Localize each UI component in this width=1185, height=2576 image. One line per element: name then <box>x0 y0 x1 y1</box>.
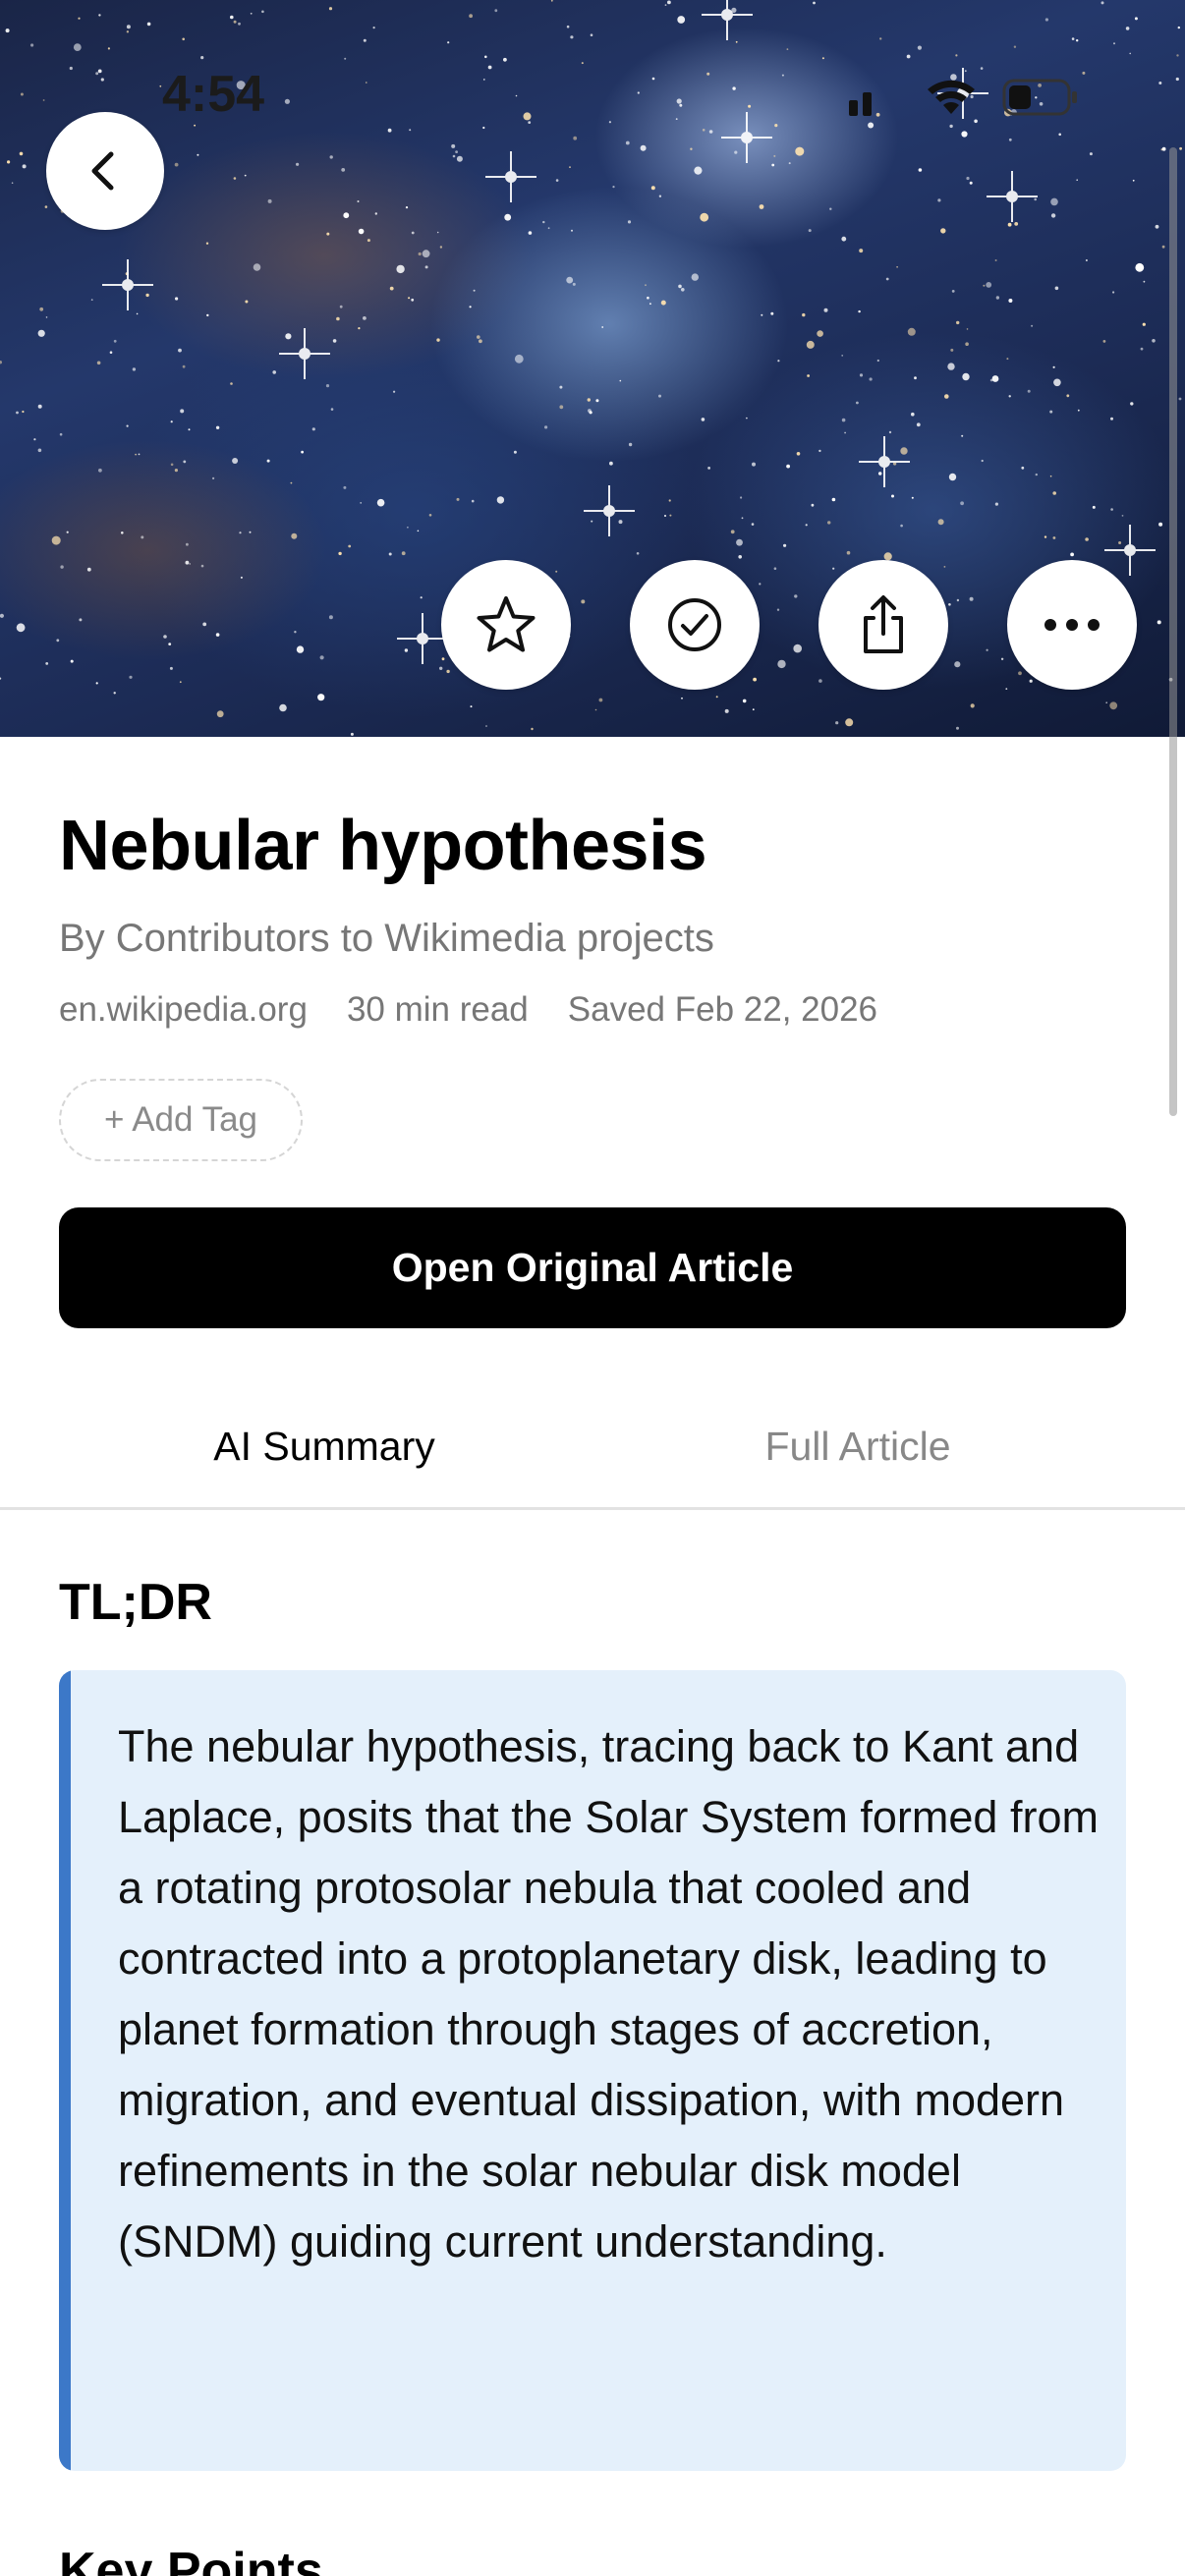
key-points-heading: Key Points <box>59 2543 323 2576</box>
add-tag-button[interactable]: + Add Tag <box>59 1079 303 1161</box>
article-title: Nebular hypothesis <box>59 807 707 885</box>
article-source: en.wikipedia.org <box>59 990 308 1029</box>
chevron-left-icon <box>91 151 114 191</box>
tab-divider <box>0 1507 1185 1510</box>
tab-full-article[interactable]: Full Article <box>550 1415 1165 1478</box>
scrollbar[interactable] <box>1169 147 1177 1116</box>
summary-card: The nebular hypothesis, tracing back to … <box>59 1670 1126 2471</box>
tldr-heading: TL;DR <box>59 1574 212 1631</box>
summary-accent-bar <box>59 1670 71 2471</box>
star-icon <box>477 596 536 652</box>
mark-read-button[interactable] <box>630 560 760 690</box>
article-read-time: 30 min read <box>346 990 529 1029</box>
back-button[interactable] <box>46 112 164 230</box>
status-bar-time: 4:54 <box>162 66 265 123</box>
checkmark-circle-icon <box>668 598 721 651</box>
wifi-icon <box>928 80 975 114</box>
article-byline: By Contributors to Wikimedia projects <box>59 917 714 960</box>
summary-text: The nebular hypothesis, tracing back to … <box>118 1721 1099 2267</box>
open-original-article-button[interactable]: Open Original Article <box>59 1207 1126 1328</box>
ellipsis-icon <box>1044 619 1100 631</box>
status-bar-icons <box>845 71 1081 120</box>
favorite-button[interactable] <box>441 560 571 690</box>
article-saved-date: Saved Feb 22, 2026 <box>567 990 878 1029</box>
article-meta: en.wikipedia.org 30 min read Saved Feb 2… <box>59 986 877 1034</box>
share-icon <box>864 595 903 653</box>
more-options-button[interactable] <box>1007 560 1137 690</box>
battery-icon <box>1002 79 1077 116</box>
share-button[interactable] <box>818 560 948 690</box>
cellular-signal-icon <box>849 92 872 116</box>
